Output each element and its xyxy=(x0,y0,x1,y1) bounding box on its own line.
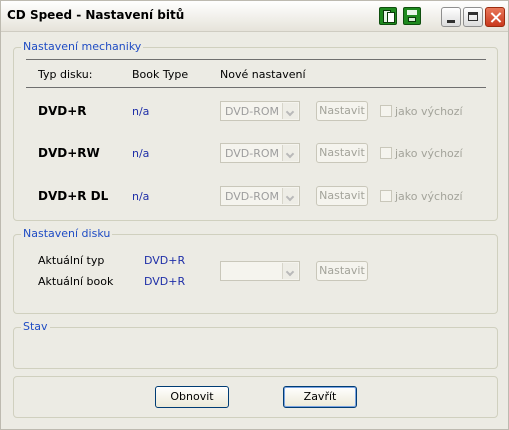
current-type-value: DVD+R xyxy=(144,254,186,267)
header-new-setting: Nové nastavení xyxy=(220,68,306,81)
close-window-button[interactable] xyxy=(485,7,505,27)
combo-value: DVD-ROM xyxy=(225,105,280,118)
refresh-button[interactable]: Obnovit xyxy=(155,386,229,408)
new-setting-combo[interactable]: DVD-ROM xyxy=(220,143,300,163)
current-book-label: Aktuální book xyxy=(38,275,114,288)
footer-group: Obnovit Zavřít xyxy=(13,376,498,418)
close-button[interactable]: Zavřít xyxy=(283,386,357,408)
save-icon[interactable] xyxy=(403,7,421,25)
disc-settings-group: Nastavení disku Aktuální typ DVD+R Aktuá… xyxy=(13,227,498,314)
chevron-down-icon[interactable] xyxy=(282,103,298,119)
drive-settings-group: Nastavení mechaniky Typ disku: Book Type… xyxy=(13,40,498,221)
header-disc-type: Typ disku: xyxy=(38,68,93,81)
current-type-label: Aktuální typ xyxy=(38,254,105,267)
book-type-value: n/a xyxy=(132,105,150,118)
combo-value: DVD-ROM xyxy=(225,147,280,160)
new-setting-combo[interactable]: DVD-ROM xyxy=(220,101,300,121)
disc-type-label: DVD+R DL xyxy=(38,189,109,203)
maximize-button[interactable] xyxy=(463,7,483,27)
combo-value: DVD-ROM xyxy=(225,190,280,203)
set-button[interactable]: Nastavit xyxy=(316,101,368,121)
window-title: CD Speed - Nastavení bitů xyxy=(7,8,185,22)
status-group: Stav xyxy=(13,320,498,369)
set-button[interactable]: Nastavit xyxy=(316,186,368,206)
default-checkbox-label: jako výchozí xyxy=(395,190,463,203)
disc-settings-legend: Nastavení disku xyxy=(21,227,113,240)
disc-set-button[interactable]: Nastavit xyxy=(316,261,368,281)
default-checkbox[interactable] xyxy=(380,147,392,159)
new-setting-combo[interactable]: DVD-ROM xyxy=(220,186,300,206)
title-bar[interactable]: CD Speed - Nastavení bitů xyxy=(1,1,508,32)
set-button[interactable]: Nastavit xyxy=(316,143,368,163)
header-rule-bottom xyxy=(26,87,486,88)
minimize-button[interactable] xyxy=(441,7,461,27)
header-book-type: Book Type xyxy=(132,68,189,81)
disc-type-label: DVD+RW xyxy=(38,146,100,160)
chevron-down-icon[interactable] xyxy=(282,263,298,279)
dialog-window: CD Speed - Nastavení bitů Nastavení mech… xyxy=(0,0,509,430)
book-type-value: n/a xyxy=(132,190,150,203)
drive-settings-legend: Nastavení mechaniky xyxy=(21,40,144,53)
chevron-down-icon[interactable] xyxy=(282,188,298,204)
header-rule-top xyxy=(26,59,486,60)
copy-icon[interactable] xyxy=(379,7,397,25)
default-checkbox[interactable] xyxy=(380,190,392,202)
book-type-value: n/a xyxy=(132,147,150,160)
default-checkbox-label: jako výchozí xyxy=(395,105,463,118)
default-checkbox[interactable] xyxy=(380,105,392,117)
chevron-down-icon[interactable] xyxy=(282,145,298,161)
current-book-value: DVD+R xyxy=(144,275,186,288)
disc-book-combo[interactable] xyxy=(220,261,300,281)
disc-type-label: DVD+R xyxy=(38,104,87,118)
status-legend: Stav xyxy=(21,320,50,333)
default-checkbox-label: jako výchozí xyxy=(395,147,463,160)
